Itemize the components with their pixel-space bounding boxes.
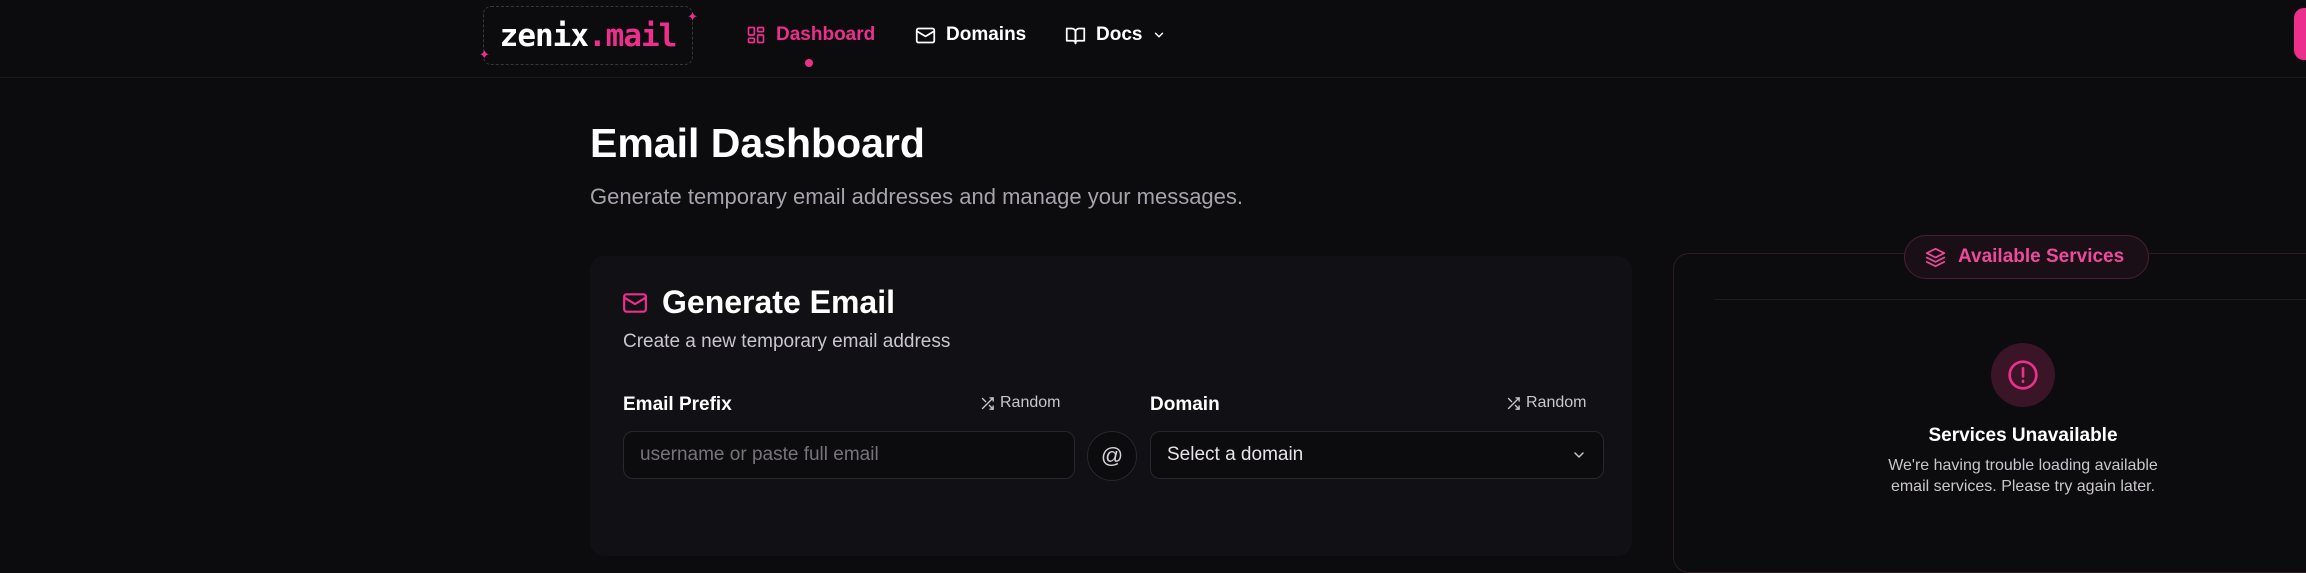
generate-email-card: Generate Email Create a new temporary em…	[590, 256, 1632, 556]
nav-docs[interactable]: Docs	[1065, 24, 1166, 46]
shuffle-icon	[1507, 396, 1520, 410]
random-domain-button[interactable]: Random	[1506, 394, 1586, 412]
domain-label: Domain	[1150, 394, 1220, 415]
logo-text-main: zenix	[499, 17, 589, 54]
email-prefix-label: Email Prefix	[623, 394, 732, 415]
at-symbol: @	[1087, 431, 1137, 481]
generate-email-subtitle: Create a new temporary email address	[623, 331, 951, 352]
nav-domains[interactable]: Domains	[915, 24, 1026, 46]
layers-icon	[1925, 247, 1946, 267]
divider	[1714, 299, 2306, 300]
email-prefix-input[interactable]	[623, 431, 1075, 479]
random-domain-label: Random	[1526, 394, 1587, 411]
generate-email-title: Generate Email	[662, 284, 895, 320]
available-services-card	[1673, 253, 2306, 573]
domain-select[interactable]: Select a domain	[1150, 431, 1604, 479]
logo[interactable]: zenix .mail ✦ ✦	[479, 6, 698, 65]
alert-icon-badge	[1991, 343, 2055, 407]
services-status-title: Services Unavailable	[1928, 425, 2118, 446]
book-icon	[1065, 27, 1086, 44]
active-nav-indicator	[805, 59, 813, 67]
nav-dashboard-label: Dashboard	[776, 24, 876, 45]
chevron-down-icon	[1155, 32, 1164, 38]
page-title: Email Dashboard	[590, 120, 925, 166]
alert-circle-icon	[2008, 360, 2038, 390]
nav-dashboard[interactable]: Dashboard	[746, 24, 875, 46]
nav-domains-label: Domains	[946, 24, 1027, 45]
shuffle-icon	[981, 396, 994, 410]
generate-email-heading: Generate Email	[622, 284, 895, 321]
top-navbar: zenix .mail ✦ ✦ Dashboard Domains Docs	[0, 0, 2306, 78]
random-prefix-label: Random	[1000, 394, 1061, 411]
available-services-label: Available Services	[1958, 246, 2125, 267]
page-subtitle: Generate temporary email addresses and m…	[590, 184, 1244, 209]
mail-icon	[623, 292, 647, 313]
nav-docs-label: Docs	[1096, 24, 1143, 45]
domain-select-value: Select a domain	[1167, 444, 1304, 465]
random-prefix-button[interactable]: Random	[980, 394, 1060, 412]
dashboard-grid-icon	[747, 26, 765, 44]
mail-icon	[915, 27, 936, 43]
chevron-down-icon	[1574, 452, 1584, 458]
sparkle-icon: ✦	[479, 48, 490, 63]
logo-text-suffix: .mail	[588, 17, 677, 54]
available-services-badge: Available Services	[1904, 235, 2150, 279]
services-status-message: We're having trouble loading available e…	[1888, 457, 2158, 495]
header-action-button[interactable]	[2294, 8, 2306, 60]
sparkle-icon: ✦	[687, 10, 698, 25]
